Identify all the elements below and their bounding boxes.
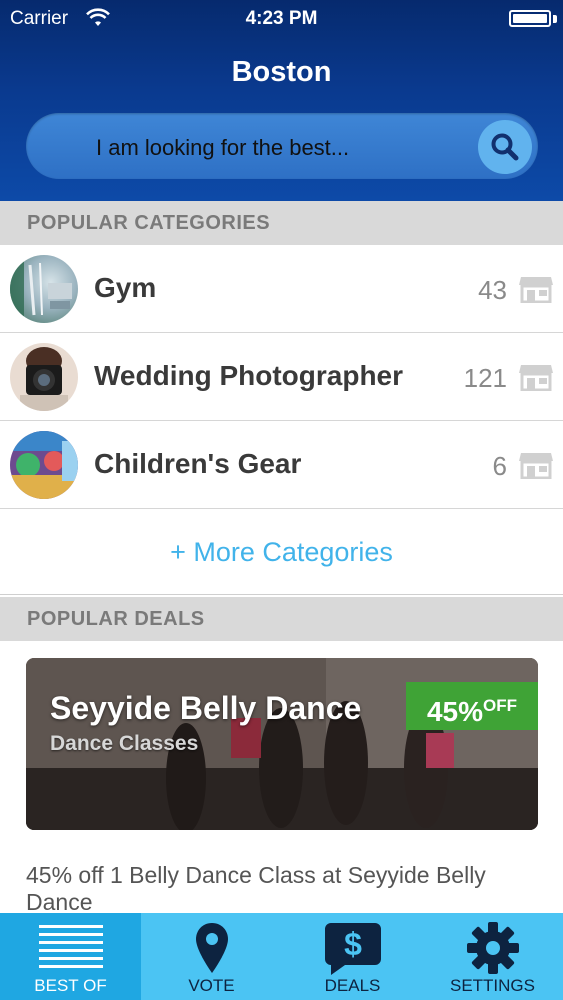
tab-bar: BEST OF VOTE $ DEALS SETTINGS bbox=[0, 913, 563, 1000]
category-row-childrens-gear[interactable]: Children's Gear 6 bbox=[0, 421, 563, 509]
tab-best-of[interactable]: BEST OF bbox=[0, 913, 141, 1000]
svg-text:$: $ bbox=[344, 926, 362, 962]
category-name: Wedding Photographer bbox=[94, 360, 404, 391]
deal-card[interactable]: Seyyide Belly Dance Dance Classes 45%OFF bbox=[26, 658, 538, 830]
deal-description[interactable]: 45% off 1 Belly Dance Class at Seyyide B… bbox=[26, 862, 546, 916]
deal-subtitle: Dance Classes bbox=[50, 732, 199, 755]
tab-label: BEST OF bbox=[34, 976, 107, 995]
tab-label: SETTINGS bbox=[449, 976, 535, 995]
childrens-gear-thumbnail bbox=[10, 431, 78, 499]
discount-badge: 45%OFF bbox=[406, 682, 538, 730]
status-time: 4:23 PM bbox=[245, 8, 318, 29]
battery-icon bbox=[509, 10, 551, 27]
dollar-bubble-icon: $ bbox=[324, 923, 381, 975]
gear-icon bbox=[466, 922, 519, 974]
search-bar[interactable]: I am looking for the best... bbox=[26, 113, 538, 179]
popular-categories-heading: POPULAR CATEGORIES bbox=[0, 201, 563, 245]
search-icon bbox=[491, 133, 519, 161]
tab-deals[interactable]: $ DEALS bbox=[282, 913, 423, 1000]
category-count: 43 bbox=[478, 275, 507, 305]
status-bar: Carrier 4:23 PM bbox=[0, 0, 563, 38]
category-count: 6 bbox=[492, 451, 507, 481]
photographer-thumbnail bbox=[10, 343, 78, 411]
discount-suffix: OFF bbox=[483, 696, 518, 715]
tab-vote[interactable]: VOTE bbox=[141, 913, 282, 1000]
tab-label: DEALS bbox=[324, 976, 381, 995]
storefront-icon bbox=[519, 365, 553, 391]
category-name: Gym bbox=[94, 272, 157, 303]
category-name: Children's Gear bbox=[94, 448, 302, 479]
city-title[interactable]: Boston bbox=[0, 56, 563, 89]
popular-deals-heading: POPULAR DEALS bbox=[0, 597, 563, 641]
category-row-wedding-photographer[interactable]: Wedding Photographer 121 bbox=[0, 333, 563, 421]
storefront-icon bbox=[519, 453, 553, 479]
app-header: Carrier 4:23 PM Boston I am looking for … bbox=[0, 0, 563, 201]
tab-settings[interactable]: SETTINGS bbox=[422, 913, 563, 1000]
gym-thumbnail bbox=[10, 255, 78, 323]
search-input[interactable]: I am looking for the best... bbox=[96, 135, 349, 161]
deal-title: Seyyide Belly Dance bbox=[50, 690, 362, 726]
pin-icon bbox=[195, 923, 228, 973]
storefront-icon bbox=[519, 277, 553, 303]
battery-tip bbox=[553, 15, 557, 23]
search-button[interactable] bbox=[478, 120, 532, 174]
tab-label: VOTE bbox=[188, 976, 235, 995]
list-icon bbox=[38, 925, 103, 968]
discount-value: 45% bbox=[426, 696, 484, 727]
category-row-gym[interactable]: Gym 43 bbox=[0, 245, 563, 333]
more-categories-link[interactable]: + More Categories bbox=[0, 509, 563, 595]
category-count: 121 bbox=[463, 363, 507, 393]
